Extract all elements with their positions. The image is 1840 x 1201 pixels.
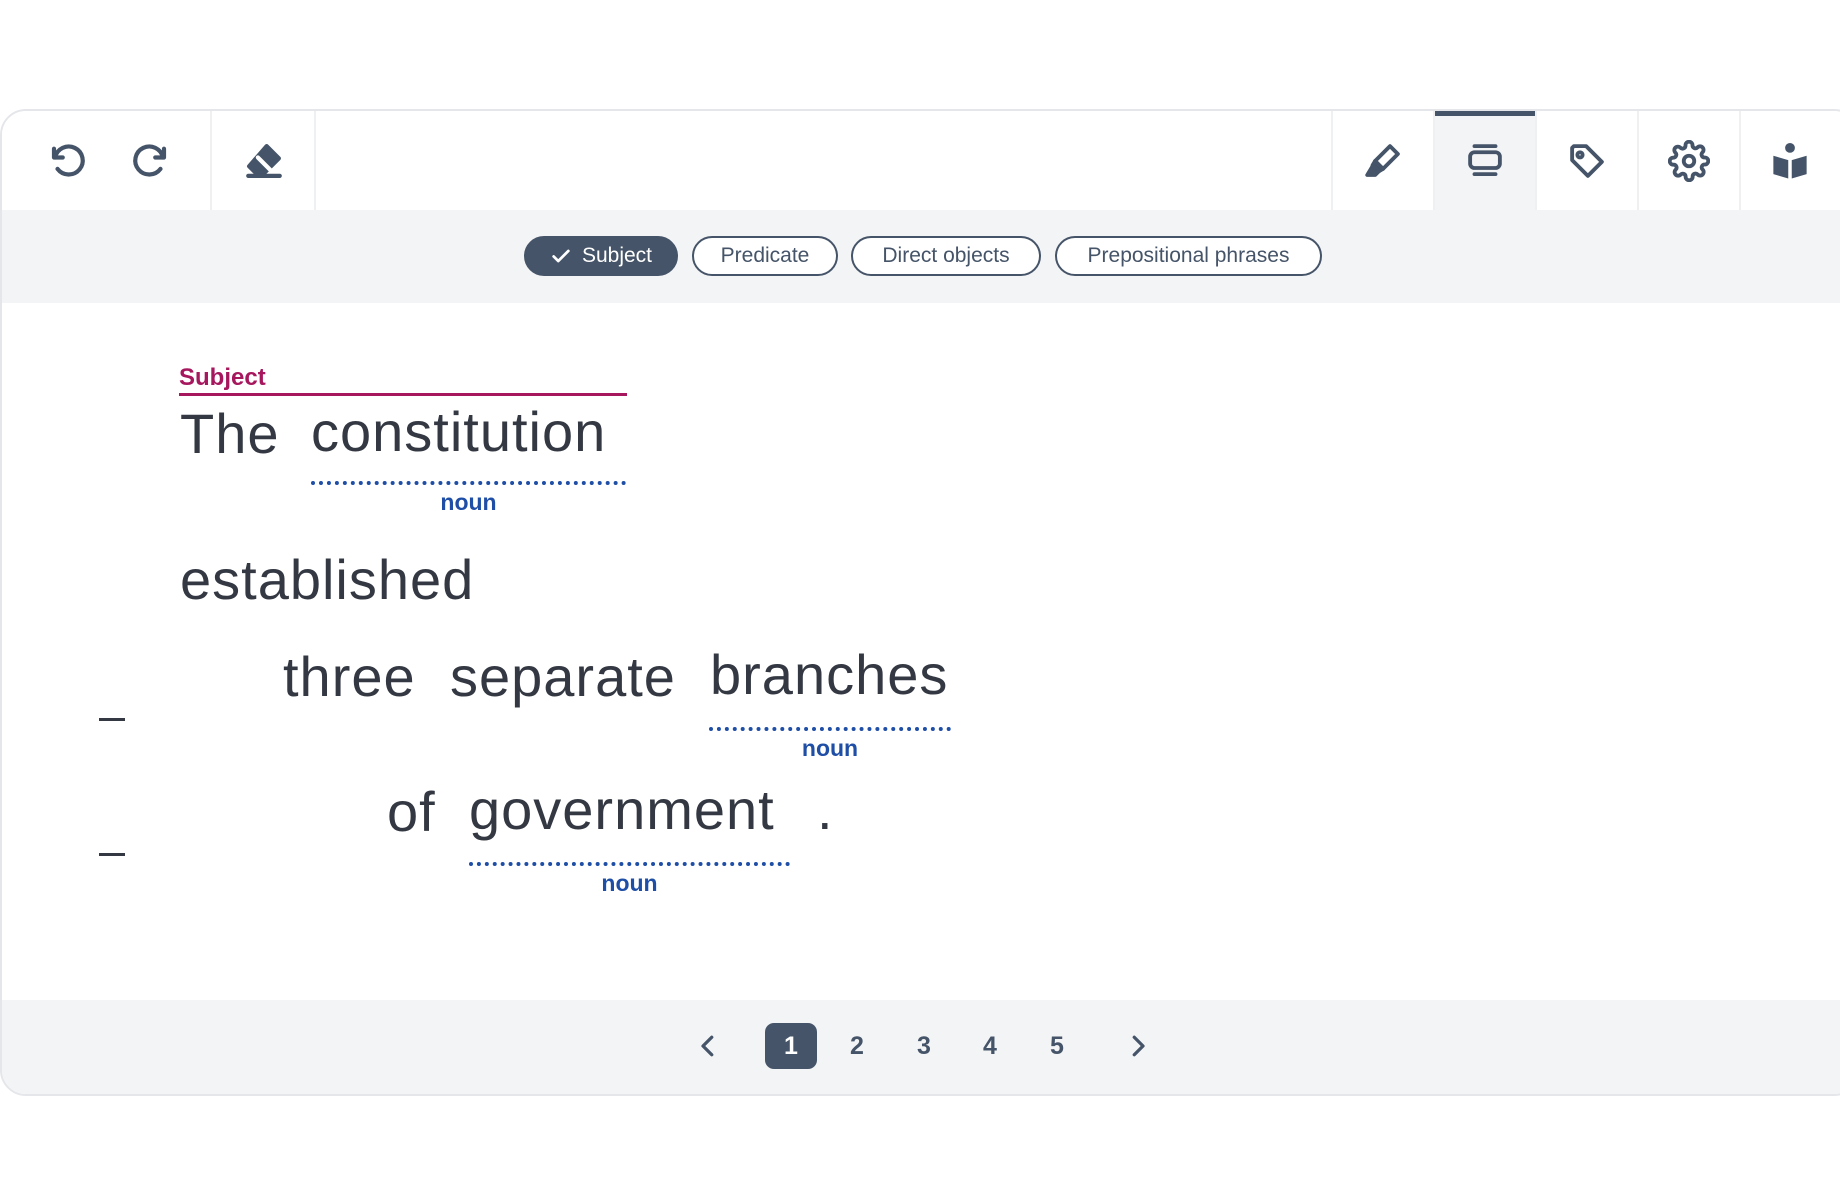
- toolbar: [2, 111, 1840, 211]
- sentence-view: Subject The constitution noun establishe…: [2, 303, 1840, 1000]
- redo-icon: [133, 143, 167, 177]
- check-icon: [552, 249, 570, 263]
- noun-underline: [469, 862, 790, 866]
- layers-button[interactable]: [1435, 111, 1535, 210]
- chip-label: Predicate: [720, 244, 810, 267]
- tag-button[interactable]: [1537, 111, 1637, 210]
- redo-button[interactable]: [114, 111, 186, 210]
- chip-prepositional-phrases[interactable]: Prepositional phrases: [1055, 236, 1322, 276]
- noun-underline: [311, 481, 626, 485]
- eraser-icon: [246, 143, 282, 178]
- noun-tag: noun: [801, 735, 859, 761]
- chevron-right-icon: [1132, 1035, 1145, 1057]
- page-4-button[interactable]: 4: [964, 1023, 1016, 1069]
- word-established[interactable]: established: [180, 552, 474, 608]
- sentence-analysis-app: Subject Predicate Direct objects Preposi…: [0, 109, 1840, 1096]
- filter-bar: Subject Predicate Direct objects Preposi…: [2, 210, 1840, 303]
- toolbar-divider: [314, 111, 316, 210]
- subject-label: Subject: [179, 364, 266, 391]
- chip-direct-objects[interactable]: Direct objects: [851, 236, 1041, 276]
- chip-label: Subject: [581, 244, 653, 267]
- word-of[interactable]: of: [387, 784, 436, 840]
- page-2-button[interactable]: 2: [831, 1023, 883, 1069]
- noun-tag: noun: [440, 489, 497, 515]
- reader-button[interactable]: [1741, 111, 1839, 210]
- chip-label: Prepositional phrases: [1087, 244, 1290, 267]
- undo-icon: [51, 143, 85, 177]
- word-separate[interactable]: separate: [450, 649, 676, 705]
- gear-icon: [1668, 139, 1710, 182]
- highlighter-button[interactable]: [1333, 111, 1433, 210]
- previous-page-button[interactable]: [685, 1023, 731, 1069]
- eraser-button[interactable]: [214, 111, 314, 210]
- noun-tag: noun: [601, 870, 658, 896]
- word-government[interactable]: government: [469, 782, 775, 838]
- noun-underline: [709, 727, 951, 731]
- page-1-button[interactable]: 1: [765, 1023, 817, 1069]
- word-three[interactable]: three: [283, 649, 416, 705]
- tag-icon: [1570, 143, 1604, 178]
- word-the[interactable]: The: [180, 406, 280, 462]
- pagination: 1 2 3 4 5: [2, 1000, 1840, 1094]
- undo-button[interactable]: [32, 111, 104, 210]
- settings-button[interactable]: [1639, 111, 1739, 210]
- chevron-left-icon: [701, 1035, 714, 1057]
- word-period[interactable]: .: [817, 782, 834, 838]
- chip-label: Direct objects: [882, 244, 1010, 267]
- word-constitution[interactable]: constitution: [311, 404, 606, 460]
- layers-icon: [1468, 143, 1502, 176]
- page-3-button[interactable]: 3: [898, 1023, 950, 1069]
- toolbar-divider: [210, 111, 212, 210]
- next-page-button[interactable]: [1115, 1023, 1161, 1069]
- collapse-marker[interactable]: [99, 853, 125, 856]
- chip-predicate[interactable]: Predicate: [692, 236, 838, 276]
- subject-underline: [179, 393, 627, 396]
- page-5-button[interactable]: 5: [1031, 1023, 1083, 1069]
- collapse-marker[interactable]: [99, 718, 125, 721]
- chip-subject[interactable]: Subject: [524, 236, 678, 276]
- word-branches[interactable]: branches: [710, 647, 948, 703]
- highlighter-icon: [1365, 143, 1400, 177]
- reader-icon: [1773, 142, 1807, 178]
